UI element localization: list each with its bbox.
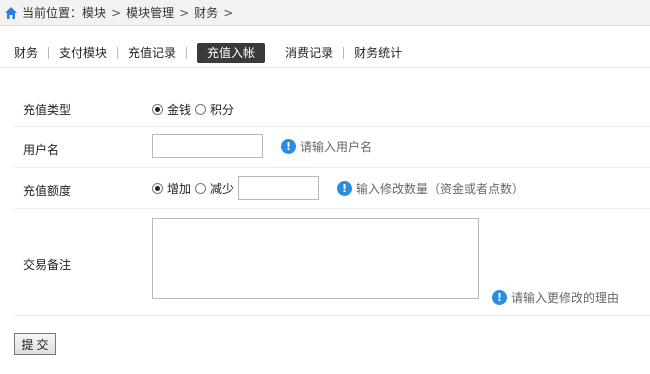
radio-increase[interactable] [152,182,163,194]
recharge-form: 充值类型 金钱 积分 用户名 ! 请输入用户名 充值额度 增加 减少 ! 输入修… [14,90,650,316]
note-label: 交易备注 [23,258,72,272]
radio-increase-label[interactable]: 增加 [167,180,191,197]
username-input[interactable] [152,134,263,158]
note-hint-text: 请输入更修改的理由 [511,291,620,305]
recharge-type-label: 充值类型 [23,103,72,117]
recharge-type-options: 金钱 积分 [152,101,238,118]
tab-finance[interactable]: 财务 [14,44,48,62]
tab-bar: 财务 支付模块 充值记录 充值入帐 消费记录 财务统计 [0,38,650,68]
username-hint-text: 请输入用户名 [300,139,373,154]
breadcrumb: 当前位置： 模块 > 模块管理 > 财务 > [0,0,650,26]
row-amount: 充值额度 增加 减少 ! 输入修改数量（资金或者点数） [14,168,650,209]
breadcrumb-item-module-manage[interactable]: 模块管理 [126,4,174,21]
row-username: 用户名 ! 请输入用户名 [14,127,650,168]
amount-hint: ! 输入修改数量（资金或者点数） [337,180,524,197]
amount-label: 充值额度 [23,184,72,198]
note-hint: ! 请输入更修改的理由 [492,289,619,306]
amount-input[interactable] [238,176,320,200]
tab-finance-statistics[interactable]: 财务统计 [344,44,412,62]
tab-consumption-records[interactable]: 消费记录 [275,44,343,62]
breadcrumb-separator: > [179,5,190,20]
radio-decrease[interactable] [195,182,207,194]
radio-decrease-label[interactable]: 减少 [210,180,234,197]
username-hint: ! 请输入用户名 [281,138,372,155]
username-control: ! 请输入用户名 [152,134,372,158]
breadcrumb-separator: > [223,5,234,20]
amount-control: 增加 减少 ! 输入修改数量（资金或者点数） [152,176,524,200]
row-note: 交易备注 ! 请输入更修改的理由 [14,209,650,316]
tab-divider [186,46,188,59]
amount-hint-text: 输入修改数量（资金或者点数） [356,181,525,196]
radio-money[interactable] [152,104,163,115]
tab-recharge-records[interactable]: 充值记录 [118,44,186,62]
radio-points[interactable] [195,104,207,115]
info-icon: ! [492,290,507,305]
tab-payment-module[interactable]: 支付模块 [49,44,117,62]
note-textarea[interactable] [152,218,479,299]
info-icon: ! [337,180,353,196]
breadcrumb-item-module[interactable]: 模块 [82,4,106,21]
tab-recharge-entry[interactable]: 充值入帐 [197,42,266,63]
radio-money-label[interactable]: 金钱 [167,101,191,118]
home-icon [5,6,17,19]
row-recharge-type: 充值类型 金钱 积分 [14,90,650,127]
submit-button[interactable]: 提交 [14,333,56,355]
radio-points-label[interactable]: 积分 [210,101,234,118]
breadcrumb-item-finance[interactable]: 财务 [194,4,218,21]
username-label: 用户名 [23,143,60,157]
breadcrumb-separator: > [111,5,122,20]
breadcrumb-label: 当前位置： [22,6,83,20]
info-icon: ! [281,138,296,154]
